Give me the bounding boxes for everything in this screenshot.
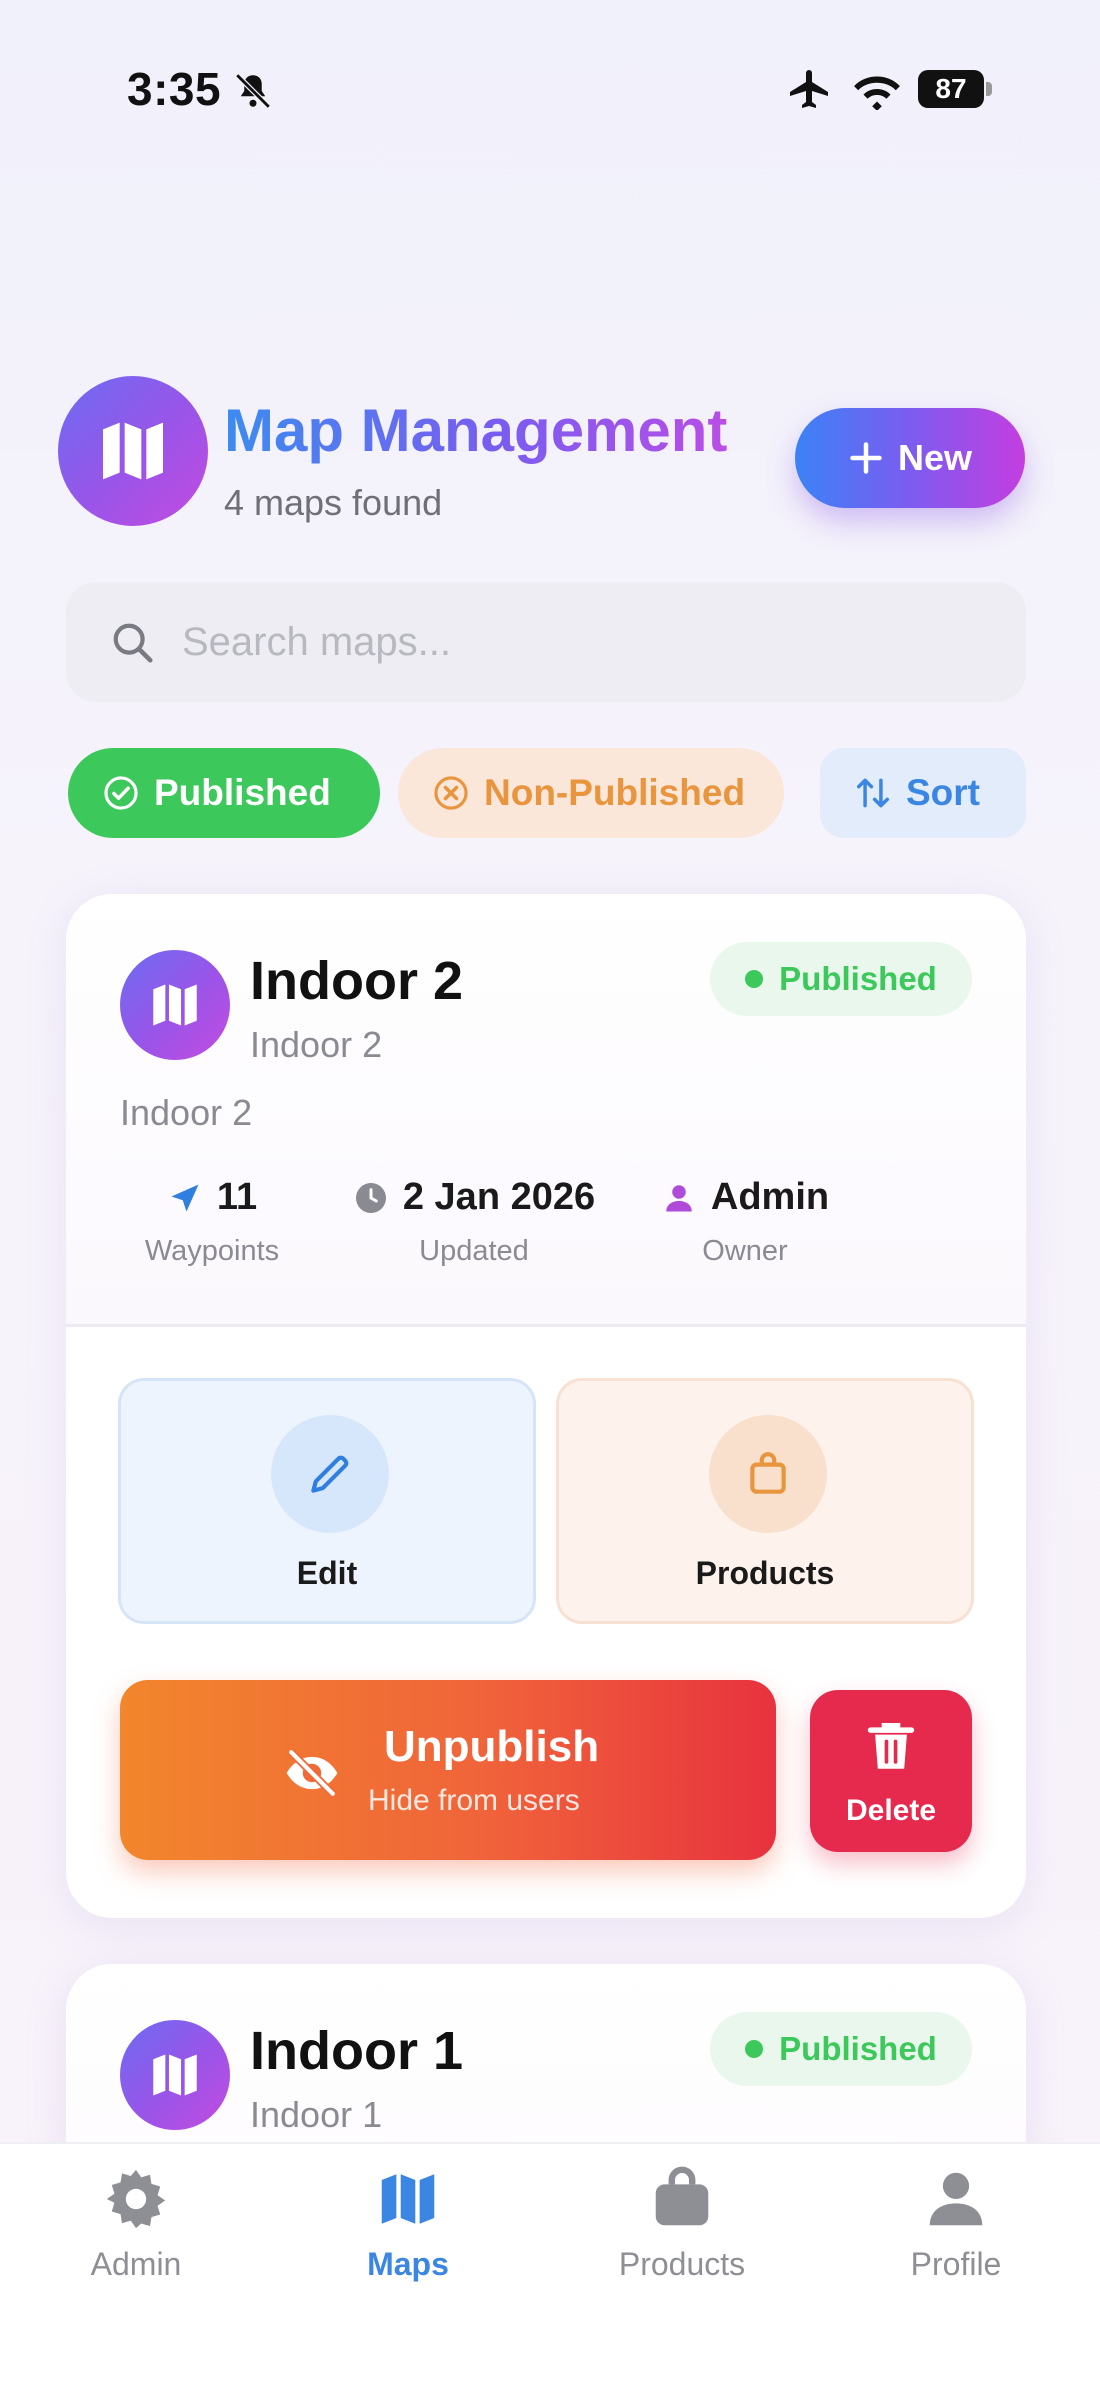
bag-icon	[750, 1452, 786, 1494]
person-icon	[929, 2172, 983, 2226]
status-badge-label: Published	[779, 2030, 937, 2067]
map-card: Indoor 2 Indoor 2 Indoor 2 Published 11 …	[66, 894, 1026, 1918]
map-icon	[381, 2174, 435, 2224]
wifi-icon	[854, 76, 900, 110]
filter-non-published-label: Non-Published	[484, 772, 746, 813]
map-logo	[58, 376, 208, 526]
bell-slash-icon	[235, 73, 271, 109]
sort-arrows-icon	[857, 778, 889, 808]
status-dot	[745, 2040, 764, 2058]
products-button[interactable]: Products	[556, 1378, 974, 1624]
stat-owner-label: Owner	[702, 1235, 788, 1267]
products-label: Products	[695, 1555, 835, 1591]
map-title: Indoor 2	[250, 951, 463, 1011]
stat-waypoints-label: Waypoints	[144, 1235, 280, 1267]
location-arrow-icon	[171, 1184, 199, 1211]
stat-owner-value: Admin	[710, 1176, 830, 1218]
tab-bar: Admin Maps Products Profile	[0, 2142, 1100, 2382]
map-avatar	[120, 2020, 230, 2130]
map-icon	[153, 2054, 197, 2096]
edit-label: Edit	[296, 1555, 358, 1591]
status-badge-label: Published	[779, 960, 937, 997]
stat-updated: 2 Jan 2026 Updated	[324, 1176, 624, 1268]
status-time: 3:35	[127, 63, 222, 115]
edit-icon-circle	[271, 1415, 389, 1533]
delete-button[interactable]: Delete	[810, 1690, 972, 1852]
card-divider	[66, 1324, 1026, 1327]
map-icon	[103, 422, 163, 480]
map-subtitle: Indoor 1	[250, 2094, 383, 2135]
stat-owner: Admin Owner	[626, 1176, 864, 1268]
person-icon	[666, 1184, 692, 1211]
tab-admin[interactable]: Admin	[36, 2164, 236, 2283]
edit-button[interactable]: Edit	[118, 1378, 536, 1624]
bag-icon	[655, 2166, 709, 2226]
stat-updated-label: Updated	[419, 1235, 529, 1267]
filter-published-chip[interactable]: Published	[68, 748, 380, 838]
tab-profile-label: Profile	[910, 2246, 1002, 2282]
page-title: Map Management	[224, 397, 728, 464]
airplane-icon	[790, 70, 828, 108]
unpublish-label: Unpublish	[384, 1722, 600, 1771]
stat-waypoints-value: 11	[216, 1176, 258, 1218]
check-circle-icon	[104, 776, 138, 810]
status-bar: 3:35 87	[0, 0, 1100, 180]
unpublish-button[interactable]: Unpublish Hide from users	[120, 1680, 776, 1860]
maps-count: 4 maps found	[224, 482, 443, 523]
tab-admin-label: Admin	[90, 2246, 182, 2282]
search-icon	[113, 623, 153, 663]
map-icon	[153, 984, 197, 1026]
pencil-icon	[311, 1455, 349, 1493]
filter-non-published-chip[interactable]: Non-Published	[398, 748, 784, 838]
status-badge: Published	[710, 942, 972, 1016]
tab-maps[interactable]: Maps	[308, 2164, 508, 2283]
map-avatar	[120, 950, 230, 1060]
sort-button[interactable]: Sort	[820, 748, 1026, 838]
sort-label: Sort	[906, 772, 980, 813]
map-title: Indoor 1	[250, 2021, 463, 2081]
new-button-label: New	[897, 437, 973, 478]
filter-published-label: Published	[154, 772, 331, 813]
clock-icon	[355, 1182, 386, 1213]
plus-icon	[850, 442, 882, 474]
delete-label: Delete	[845, 1794, 937, 1827]
battery-level: 87	[918, 70, 984, 108]
products-icon-circle	[709, 1415, 827, 1533]
tab-products-label: Products	[618, 2246, 746, 2282]
tab-profile[interactable]: Profile	[856, 2164, 1056, 2283]
tab-products[interactable]: Products	[582, 2164, 782, 2283]
x-circle-icon	[434, 776, 468, 810]
tab-maps-label: Maps	[367, 2246, 449, 2282]
stat-updated-value: 2 Jan 2026	[402, 1176, 596, 1218]
search-input[interactable]	[182, 610, 962, 674]
stat-waypoints: 11 Waypoints	[112, 1176, 312, 1268]
unpublish-sublabel: Hide from users	[368, 1784, 580, 1817]
battery-indicator: 87	[918, 70, 994, 108]
map-subtitle: Indoor 2	[250, 1024, 383, 1065]
new-map-button[interactable]: New	[795, 408, 1025, 508]
search-bar[interactable]	[66, 582, 1026, 702]
battery-cap	[986, 82, 992, 96]
eye-slash-icon	[286, 1749, 338, 1797]
trash-icon	[867, 1723, 915, 1769]
status-badge: Published	[710, 2012, 972, 2086]
map-description: Indoor 2	[120, 1092, 253, 1133]
status-dot	[745, 970, 764, 988]
gear-icon	[106, 2169, 166, 2229]
